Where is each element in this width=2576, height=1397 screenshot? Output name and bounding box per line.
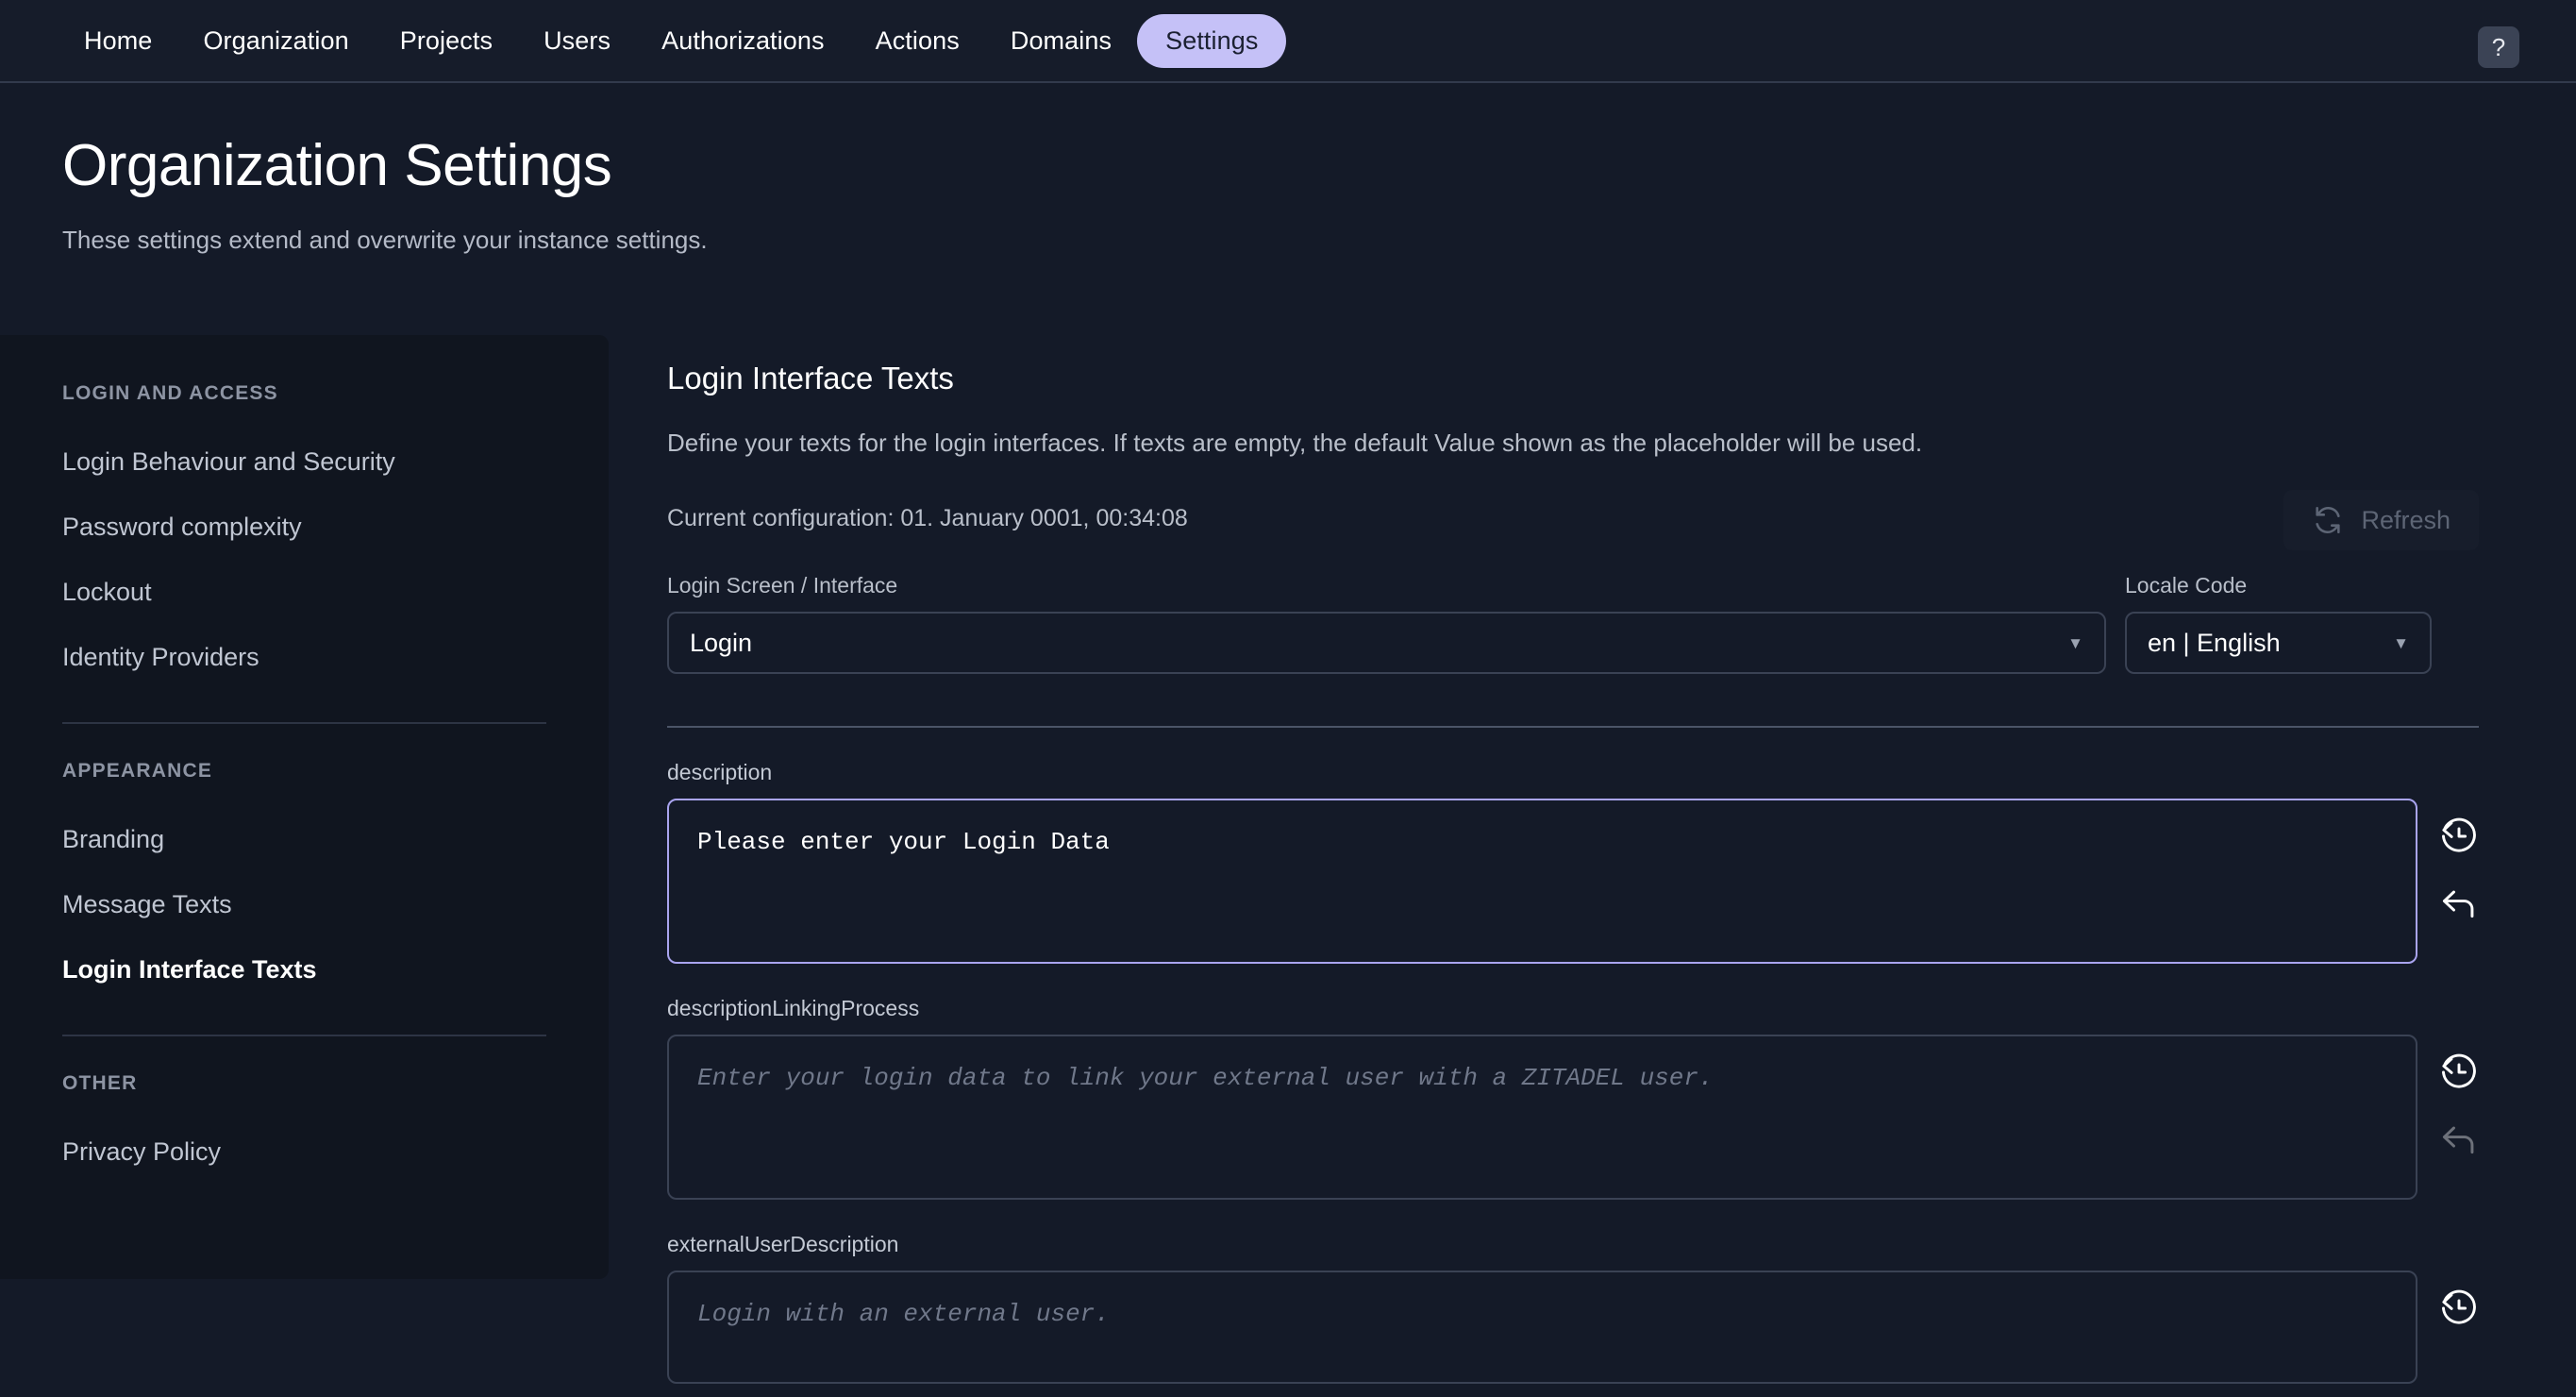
interface-select-group: Login Screen / Interface Login ▼ [667, 573, 2106, 674]
sidebar-item-identity-providers[interactable]: Identity Providers [62, 625, 546, 690]
undo-arrow-icon[interactable] [2438, 1118, 2480, 1159]
page-title: Organization Settings [62, 132, 708, 199]
field-description: description Please enter your Login Data [667, 760, 2484, 964]
sidebar-item-branding[interactable]: Branding [62, 807, 546, 872]
field-external-user-description: externalUserDescription Login with an ex… [667, 1232, 2484, 1384]
sidebar-item-login-behaviour-and-security[interactable]: Login Behaviour and Security [62, 429, 546, 495]
history-restore-icon[interactable] [2438, 1052, 2480, 1093]
sidebar-divider-1 [62, 722, 546, 724]
interface-select-label: Login Screen / Interface [667, 573, 2106, 598]
locale-select-group: Locale Code en | English ▼ [2125, 573, 2432, 674]
main-content: Login Interface Texts Define your texts … [667, 361, 2484, 1384]
nav-item-domains[interactable]: Domains [985, 15, 1137, 67]
refresh-button[interactable]: Refresh [2283, 490, 2479, 550]
nav-item-home[interactable]: Home [59, 15, 177, 67]
field-description-textarea[interactable]: Please enter your Login Data [667, 799, 2417, 964]
nav-item-organization[interactable]: Organization [177, 15, 374, 67]
nav-item-users[interactable]: Users [518, 15, 636, 67]
top-navigation-bar: Home Organization Projects Users Authori… [0, 0, 2576, 83]
field-description-linking-process-label: descriptionLinkingProcess [667, 996, 2484, 1021]
sidebar-item-login-interface-texts[interactable]: Login Interface Texts [62, 937, 546, 1002]
locale-select-label: Locale Code [2125, 573, 2432, 598]
sidebar-item-message-texts[interactable]: Message Texts [62, 872, 546, 937]
sidebar-item-password-complexity[interactable]: Password complexity [62, 495, 546, 560]
interface-select-value: Login [690, 629, 752, 658]
configuration-row: Current configuration: 01. January 0001,… [667, 490, 2484, 550]
history-restore-icon[interactable] [2438, 816, 2480, 857]
sidebar-item-privacy-policy[interactable]: Privacy Policy [62, 1119, 546, 1185]
undo-arrow-icon[interactable] [2438, 882, 2480, 923]
refresh-label: Refresh [2361, 506, 2451, 535]
help-icon[interactable]: ? [2478, 26, 2519, 68]
locale-select-value: en | English [2148, 629, 2281, 658]
nav-item-projects[interactable]: Projects [375, 15, 518, 67]
section-divider [667, 726, 2479, 728]
section-description: Define your texts for the login interfac… [667, 429, 2484, 458]
sidebar-group-login-and-access: LOGIN AND ACCESS [62, 382, 546, 405]
field-description-linking-process: descriptionLinkingProcess Enter your log… [667, 996, 2484, 1200]
section-title: Login Interface Texts [667, 361, 2484, 396]
selects-row: Login Screen / Interface Login ▼ Locale … [667, 573, 2484, 674]
field-description-actions [2438, 799, 2480, 923]
field-description-label: description [667, 760, 2484, 785]
field-description-linking-process-actions [2438, 1035, 2480, 1159]
sidebar-divider-2 [62, 1035, 546, 1036]
field-external-user-description-row: Login with an external user. [667, 1271, 2484, 1384]
nav-items: Home Organization Projects Users Authori… [59, 14, 1286, 68]
locale-code-select[interactable]: en | English ▼ [2125, 612, 2432, 674]
sidebar-group-appearance: APPEARANCE [62, 760, 546, 783]
current-configuration-text: Current configuration: 01. January 0001,… [667, 490, 1188, 532]
field-external-user-description-textarea[interactable]: Login with an external user. [667, 1271, 2417, 1384]
refresh-icon [2312, 504, 2344, 536]
nav-item-authorizations[interactable]: Authorizations [636, 15, 850, 67]
field-description-row: Please enter your Login Data [667, 799, 2484, 964]
sidebar-item-lockout[interactable]: Lockout [62, 560, 546, 625]
field-description-linking-process-textarea[interactable]: Enter your login data to link your exter… [667, 1035, 2417, 1200]
page-subtitle: These settings extend and overwrite your… [62, 226, 708, 255]
field-external-user-description-actions [2438, 1271, 2480, 1329]
login-screen-interface-select[interactable]: Login ▼ [667, 612, 2106, 674]
field-description-linking-process-row: Enter your login data to link your exter… [667, 1035, 2484, 1200]
history-restore-icon[interactable] [2438, 1288, 2480, 1329]
settings-sidebar: LOGIN AND ACCESS Login Behaviour and Sec… [0, 335, 609, 1279]
chevron-down-icon: ▼ [2393, 635, 2409, 651]
page-header: Organization Settings These settings ext… [62, 132, 708, 255]
chevron-down-icon: ▼ [2067, 635, 2083, 651]
nav-item-actions[interactable]: Actions [850, 15, 985, 67]
field-external-user-description-label: externalUserDescription [667, 1232, 2484, 1257]
sidebar-group-other: OTHER [62, 1072, 546, 1095]
nav-item-settings[interactable]: Settings [1137, 14, 1286, 68]
